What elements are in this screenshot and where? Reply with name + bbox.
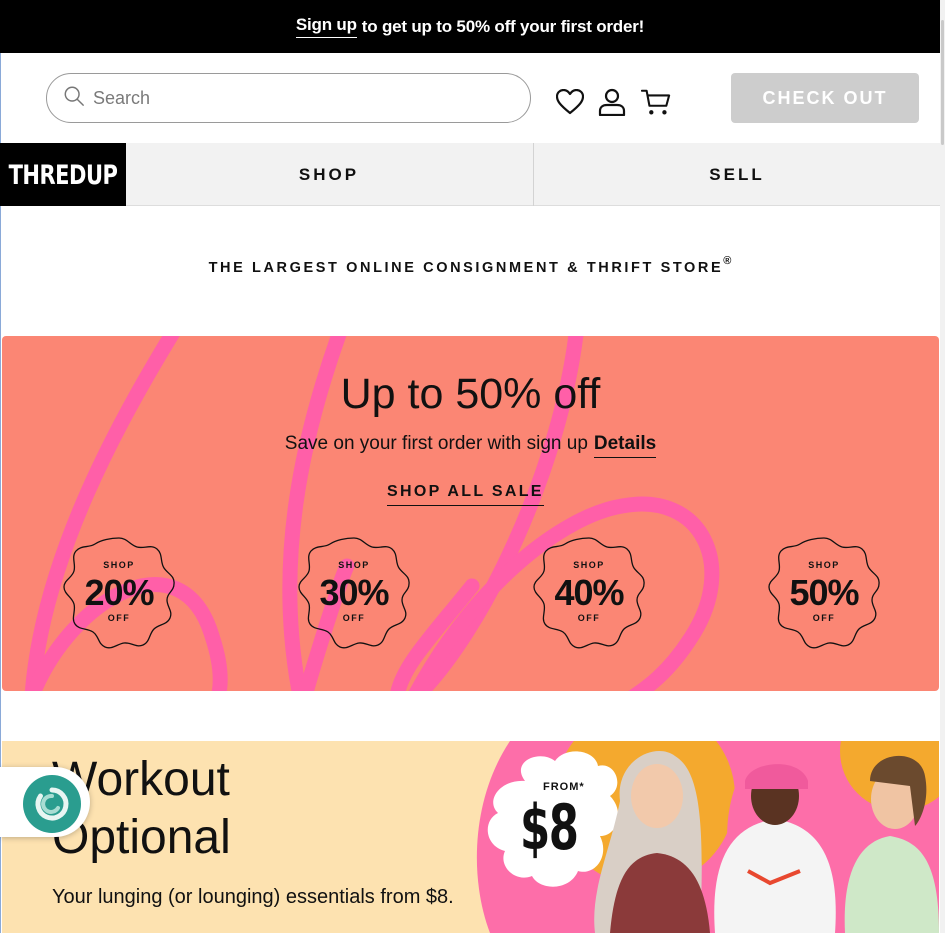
badge-shop-label: SHOP	[808, 560, 840, 570]
nav-sell[interactable]: SELL	[533, 143, 940, 206]
price-label: $8	[520, 791, 579, 864]
search-input[interactable]	[93, 87, 493, 109]
sale-subtitle: Save on your first order with sign up Det…	[2, 433, 939, 458]
badge-off-label: OFF	[342, 613, 366, 623]
badge-percent: 50%	[789, 572, 859, 613]
main-nav: THREDUP SHOP SELL	[0, 143, 940, 206]
shop-40-off-badge[interactable]: SHOP 40% OFF	[532, 536, 646, 650]
details-link[interactable]: Details	[593, 433, 657, 458]
badge-off-label: OFF	[577, 613, 601, 623]
thredup-logo[interactable]: THREDUP	[0, 143, 126, 206]
checkout-button[interactable]: CHECK OUT	[731, 73, 919, 123]
user-icon[interactable]	[597, 87, 627, 117]
refresh-icon	[23, 775, 81, 833]
nav-shop[interactable]: SHOP	[126, 143, 532, 206]
badge-percent: 20%	[84, 572, 154, 613]
badge-off-label: OFF	[107, 613, 131, 623]
search-box[interactable]	[46, 73, 531, 123]
floating-help-button[interactable]	[0, 767, 90, 837]
tagline-text: THE LARGEST ONLINE CONSIGNMENT & THRIFT …	[208, 259, 724, 276]
badge-shop-label: SHOP	[103, 560, 135, 570]
promo-bar: Sign up to get up to 50% off your first …	[0, 0, 940, 53]
cart-icon[interactable]	[641, 87, 671, 117]
sale-subtitle-text: Save on your first order with sign up	[284, 433, 588, 454]
shop-30-off-badge[interactable]: SHOP 30% OFF	[297, 536, 411, 650]
badge-shop-label: SHOP	[573, 560, 605, 570]
header: CHECK OUT	[0, 53, 940, 143]
promo-text: to get up to 50% off your first order!	[361, 16, 645, 36]
search-icon	[63, 85, 85, 112]
scrollbar-thumb[interactable]	[941, 20, 944, 145]
registered-mark: ®	[723, 255, 732, 267]
badge-percent: 30%	[319, 572, 389, 613]
workout-banner[interactable]: Workout Optional Your lunging (or loungi…	[2, 741, 939, 933]
sale-banner[interactable]: Up to 50% off Save on your first order w…	[2, 336, 939, 691]
badge-off-label: OFF	[812, 613, 836, 623]
shop-50-off-badge[interactable]: SHOP 50% OFF	[767, 536, 881, 650]
shop-all-sale-link[interactable]: SHOP ALL SALE	[387, 483, 544, 506]
sale-title: Up to 50% off	[340, 370, 601, 418]
shop-20-off-badge[interactable]: SHOP 20% OFF	[62, 536, 176, 650]
badge-shop-label: SHOP	[338, 560, 370, 570]
heart-icon[interactable]	[555, 87, 585, 117]
workout-subtitle: Your lunging (or lounging) essentials fr…	[52, 886, 454, 908]
signup-link[interactable]: Sign up	[295, 15, 357, 38]
tagline: THE LARGEST ONLINE CONSIGNMENT & THRIFT …	[0, 255, 940, 276]
badge-percent: 40%	[554, 572, 624, 613]
